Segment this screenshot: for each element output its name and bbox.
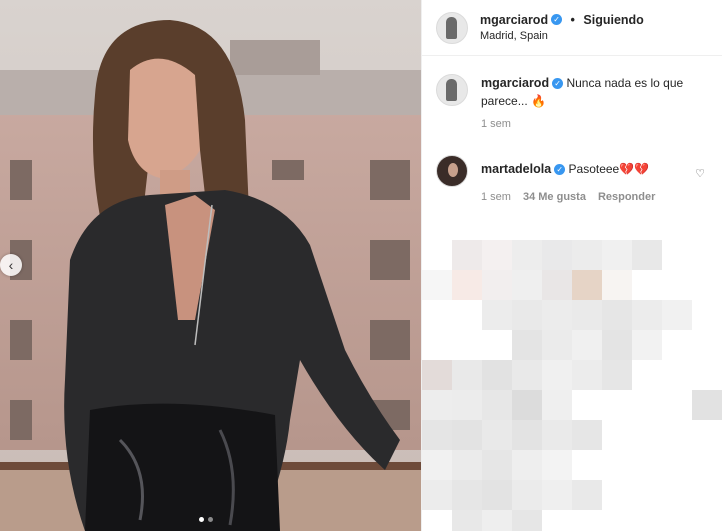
commenter-avatar[interactable] [436, 155, 468, 187]
chevron-left-icon: ‹ [8, 257, 14, 273]
verified-badge-icon: ✓ [554, 164, 566, 176]
post-header: mgarciarod ✓ • Siguiendo Madrid, Spain [422, 0, 722, 56]
pixelated-comments-area [422, 210, 722, 531]
post-location[interactable]: Madrid, Spain [480, 28, 644, 44]
commenter-username[interactable]: martadelola [481, 162, 551, 176]
comment-reply-button[interactable]: Responder [598, 191, 655, 203]
post-photo[interactable]: ‹ [0, 0, 421, 531]
caption: mgarciarod ✓ Nunca nada es lo que parece.… [436, 74, 711, 130]
carousel-dot-2 [208, 517, 213, 522]
comment-item: martadelola ✓ Pasoteee💔💔 ♡ 1 sem 34 Me gu… [436, 155, 711, 203]
carousel-dots [199, 517, 213, 522]
post-image [0, 0, 421, 531]
comment-text: Pasoteee [568, 162, 620, 176]
carousel-dot-1 [199, 517, 204, 522]
carousel-prev-button[interactable]: ‹ [0, 254, 22, 276]
follow-status-button[interactable]: Siguiendo [583, 13, 643, 27]
comment-time[interactable]: 1 sem [481, 191, 511, 203]
verified-badge-icon: ✓ [552, 78, 564, 90]
caption-time[interactable]: 1 sem [481, 118, 511, 130]
fire-emoji-icon: 🔥 [531, 94, 546, 108]
author-username[interactable]: mgarciarod [480, 13, 548, 27]
broken-heart-emoji-icon: 💔💔 [619, 162, 650, 176]
post-sidebar: mgarciarod ✓ • Siguiendo Madrid, Spain mg… [421, 0, 722, 531]
comment-likes[interactable]: 34 Me gusta [523, 191, 586, 203]
author-avatar[interactable] [436, 11, 468, 44]
caption-username[interactable]: mgarciarod [481, 76, 549, 90]
caption-avatar[interactable] [436, 74, 468, 106]
verified-badge-icon: ✓ [551, 13, 563, 25]
like-comment-heart-icon[interactable]: ♡ [695, 167, 705, 180]
